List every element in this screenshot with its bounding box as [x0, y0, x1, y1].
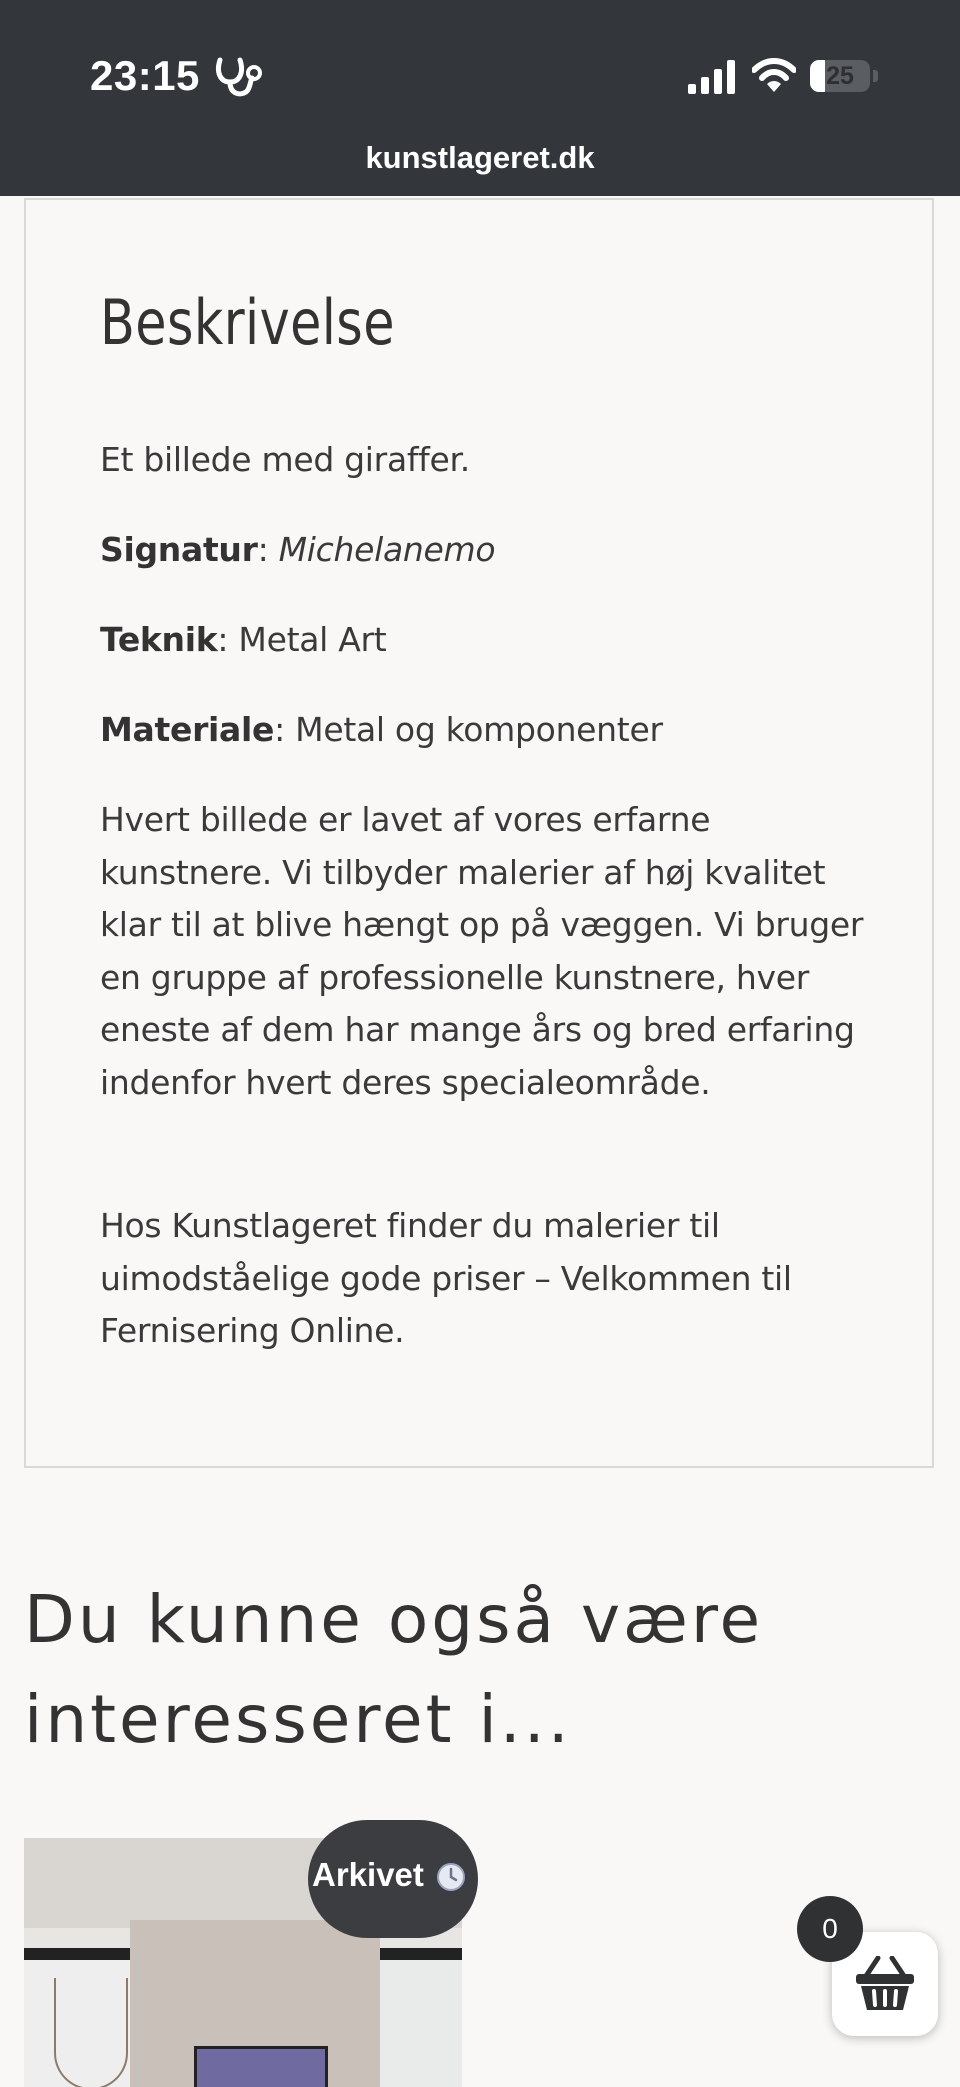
teknik-value: Metal Art — [238, 620, 387, 659]
battery-level: 25 — [826, 62, 854, 90]
teknik-line: Teknik: Metal Art — [100, 614, 890, 667]
cellular-signal-icon — [688, 60, 735, 94]
cart-count-badge: 0 — [797, 1896, 863, 1962]
signatur-line: Signatur: Michelanemo — [100, 524, 890, 577]
materiale-label: Materiale — [100, 710, 275, 749]
basket-icon — [856, 1956, 914, 2010]
battery-icon: 25 — [810, 60, 878, 92]
address-bar-url[interactable]: kunstlageret.dk — [0, 140, 960, 176]
archive-badge-label: Arkivet — [312, 1856, 424, 1893]
description-title: Beskrivelse — [100, 286, 395, 359]
related-products-title: Du kunne også være interesseret i... — [24, 1581, 764, 1758]
clock-icon — [437, 1863, 465, 1891]
stethoscope-icon — [215, 57, 262, 97]
materiale-value: Metal og komponenter — [295, 710, 663, 749]
description-paragraph-2: Hos Kunstlageret finder du malerier til … — [100, 1206, 792, 1350]
status-bar: 23:15 25 kunstlageret.dk — [0, 0, 960, 196]
archive-badge: Arkivet — [308, 1820, 478, 1938]
teknik-label: Teknik — [100, 620, 218, 659]
description-paragraph-1: Hvert billede er lavet af vores erfarne … — [100, 800, 864, 1102]
materiale-line: Materiale: Metal og komponenter — [100, 704, 890, 757]
status-time: 23:15 — [90, 52, 200, 99]
signatur-label: Signatur — [100, 530, 258, 569]
description-panel: Beskrivelse Et billede med giraffer. Sig… — [24, 198, 934, 1468]
signatur-value: Michelanemo — [278, 530, 496, 569]
materiale-separator: : — [274, 710, 296, 749]
teknik-separator: : — [217, 620, 239, 659]
signatur-separator: : — [257, 530, 279, 569]
description-intro: Et billede med giraffer. — [100, 440, 470, 479]
wifi-icon — [752, 58, 796, 92]
